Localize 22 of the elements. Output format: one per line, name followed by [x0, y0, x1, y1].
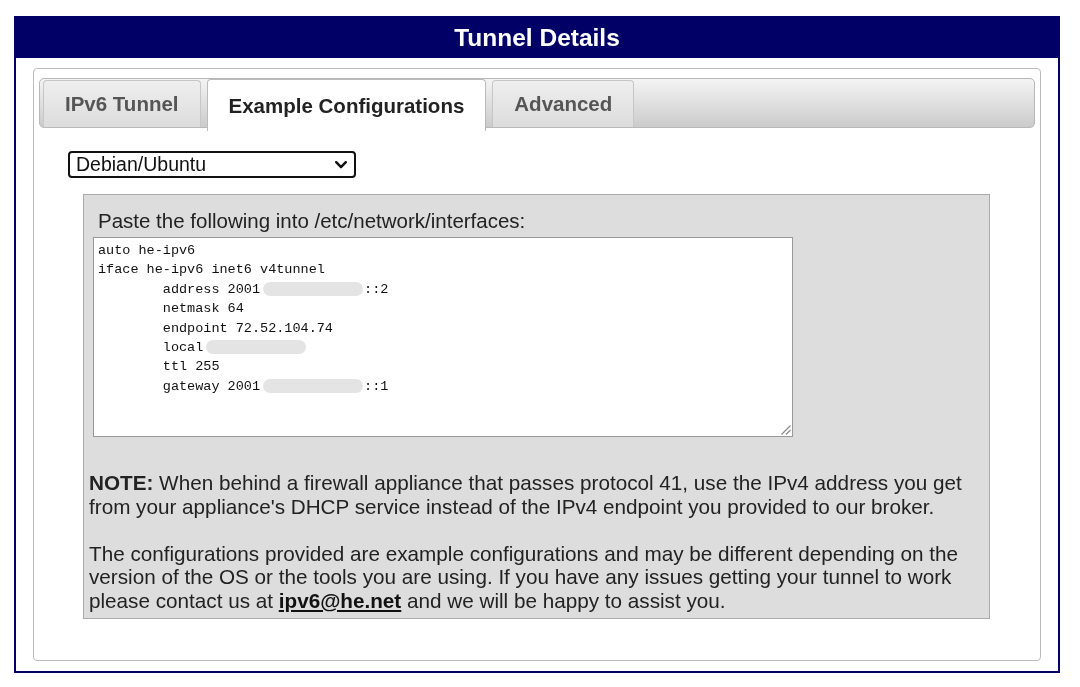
code-text: ::1: [364, 378, 389, 394]
code-text: gateway 2001: [161, 378, 261, 394]
code-text: ::2: [364, 281, 389, 297]
code-text: auto he-ipv6: [98, 243, 196, 258]
code-text: local: [161, 339, 204, 355]
config-textarea[interactable]: auto he-ipv6 iface he-ipv6 inet6 v4tunnel address 2001 ::2 netmask 64 endpoint 72.52.104.74 local ttl 255 gateway 2001 ::1: [93, 237, 793, 437]
os-select[interactable]: Debian/Ubuntu: [68, 151, 356, 178]
code-text: iface he-ipv6 inet6 v4tunnel: [98, 262, 325, 278]
email-link[interactable]: ipv6@he.net: [278, 588, 402, 612]
note-paragraph: NOTE: When behind a firewall appliance that passes protocol 41, use the IPv4 address you get from your appliance's DHCP service instead of the IPv4 endpoint you provided to our broker.: [89, 471, 963, 518]
instruction-text: Paste the following into /etc/network/interfaces:: [98, 209, 526, 233]
info-paragraph: The configurations provided are example configurations and may be different depending on the version of the OS or the tools you are using. If you have any issues getting your tunnel to work please contact us at ipv6@he.net and we will be happy to assist you.: [89, 541, 960, 612]
panel-title: Tunnel Details: [454, 24, 620, 52]
tab[interactable]: IPv6 Tunnel: [43, 80, 201, 127]
tab[interactable]: Advanced: [492, 80, 635, 127]
code-text: address 2001: [161, 281, 261, 297]
code-text: netmask 64: [161, 301, 244, 317]
resize-grip-icon[interactable]: [780, 424, 791, 435]
chevron-down-icon: [335, 160, 347, 169]
tab[interactable]: Example Configurations: [206, 79, 487, 131]
code-text: endpoint 72.52.104.74: [161, 320, 333, 336]
code-text: ttl 255: [161, 359, 220, 375]
